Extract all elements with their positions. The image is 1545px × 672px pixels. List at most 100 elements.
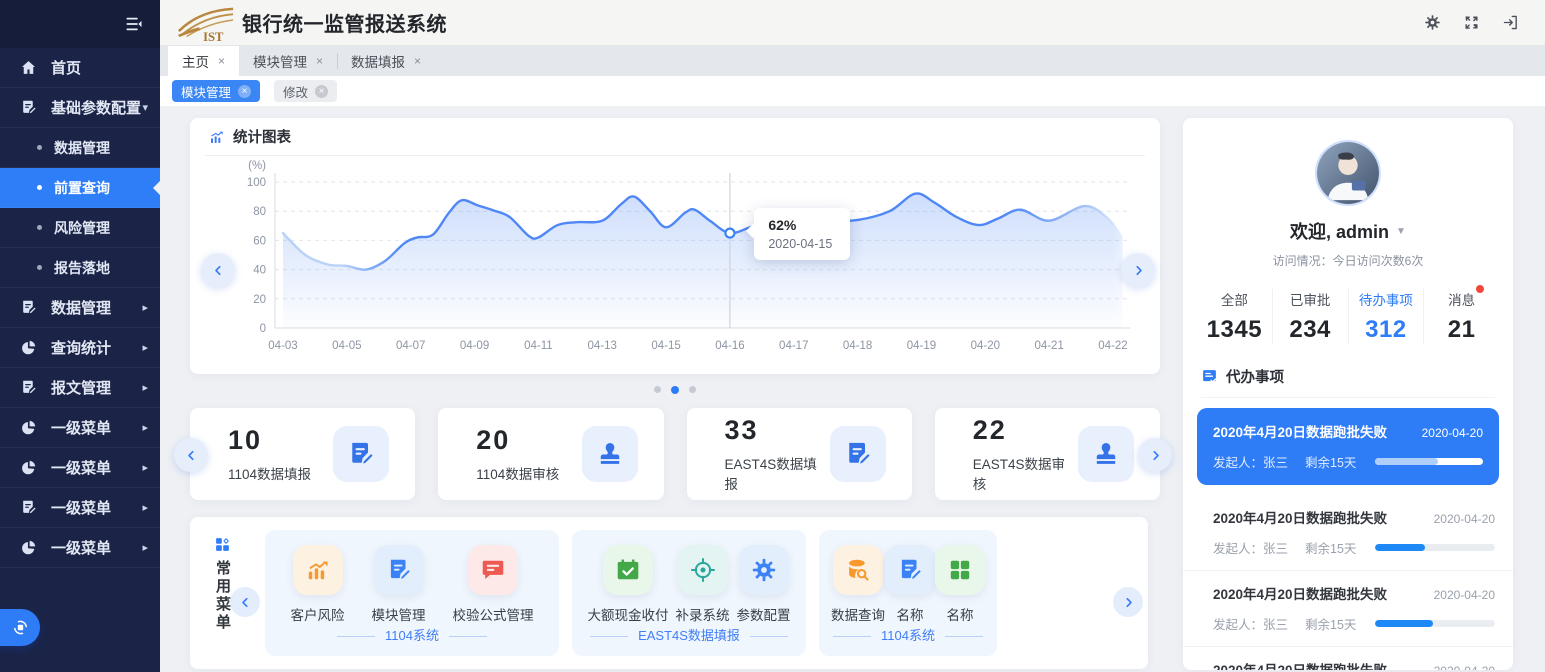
- float-capture-button[interactable]: [0, 609, 40, 646]
- svg-text:100: 100: [247, 177, 266, 189]
- quick-menu-item[interactable]: 名称: [885, 545, 935, 624]
- quick-menu-item[interactable]: 客户风险: [291, 545, 345, 624]
- tab-close-icon[interactable]: ×: [218, 54, 225, 68]
- todo-section-title: 代办事项: [1226, 366, 1284, 387]
- stat-card[interactable]: 33 EAST4S数据填报: [687, 408, 912, 500]
- profile-stat-label: 全部: [1221, 289, 1248, 309]
- quick-menu-group: 数据查询 名称 名称 1104系统: [819, 530, 997, 656]
- logout-icon[interactable]: [1502, 14, 1519, 31]
- welcome-text: 欢迎, admin: [1290, 218, 1389, 244]
- sidebar-collapse-icon[interactable]: [124, 14, 144, 34]
- caret-icon: ▸: [142, 461, 148, 474]
- todo-item[interactable]: 2020年4月20日数据跑批失败 2020-04-20 发起人：张三 剩余15天: [1197, 408, 1499, 485]
- carousel-dot[interactable]: [689, 386, 696, 393]
- sidebar-item[interactable]: 前置查询: [0, 168, 160, 208]
- tab[interactable]: 主页 ×: [168, 46, 239, 76]
- tab-close-icon[interactable]: ×: [316, 54, 323, 68]
- quick-menu-card: 常用菜单 客户风险 模块管理 校验公式管理: [190, 517, 1148, 669]
- todo-item[interactable]: 2020年4月20日数据跑批失败 2020-04-20 发起人：张三 剩余15天: [1183, 570, 1513, 646]
- quick-prev-button[interactable]: [230, 587, 260, 617]
- sidebar-item[interactable]: 基础参数配置 ▾: [0, 88, 160, 128]
- stat-card[interactable]: 10 1104数据填报: [190, 408, 415, 500]
- todo-item[interactable]: 2020年4月20日数据跑批失败 2020-04-20 发起人：张三 剩余4天: [1183, 646, 1513, 670]
- statistics-chart-card: 统计图表 0204: [190, 118, 1160, 374]
- svg-text:04-03: 04-03: [268, 340, 297, 352]
- quick-menu-item[interactable]: 名称: [935, 545, 985, 624]
- carousel-dot[interactable]: [654, 386, 661, 393]
- fullscreen-icon[interactable]: [1463, 14, 1480, 31]
- chart-next-button[interactable]: [1121, 253, 1155, 287]
- chevron-left-icon: [238, 595, 253, 610]
- profile-stat[interactable]: 消息 21: [1424, 289, 1499, 344]
- caret-icon: ▸: [142, 421, 148, 434]
- quick-menu-item-label: 模块管理: [372, 604, 426, 624]
- sidebar-item[interactable]: 报文管理 ▸: [0, 368, 160, 408]
- sidebar-item[interactable]: 数据管理: [0, 128, 160, 168]
- sidebar-item[interactable]: 风险管理: [0, 208, 160, 248]
- quick-menu-group-name: EAST4S数据填报: [572, 625, 806, 644]
- quick-next-button[interactable]: [1113, 587, 1143, 617]
- tab[interactable]: 模块管理 ×: [239, 46, 337, 76]
- quick-menu-item[interactable]: 补录系统: [676, 545, 730, 624]
- sidebar-item[interactable]: 查询统计 ▸: [0, 328, 160, 368]
- chart-prev-button[interactable]: [201, 253, 235, 287]
- sidebar-item-label: 基础参数配置: [51, 97, 141, 118]
- todo-item[interactable]: 2020年4月20日数据跑批失败 2020-04-20 发起人：张三 剩余15天: [1183, 495, 1513, 570]
- chevron-down-icon: ▼: [1396, 226, 1406, 237]
- quick-menu-item-label: 名称: [947, 604, 974, 624]
- profile-stat[interactable]: 待办事项 312: [1349, 289, 1425, 344]
- svg-text:IST: IST: [203, 29, 224, 42]
- chip-close-icon[interactable]: ×: [315, 85, 328, 98]
- chevron-right-icon: [1131, 263, 1146, 278]
- todo-item-date: 2020-04-20: [1422, 426, 1483, 440]
- stat-card[interactable]: 22 EAST4S数据审核: [935, 408, 1160, 500]
- sidebar-item[interactable]: 报告落地: [0, 248, 160, 288]
- settings-gear-icon[interactable]: [1424, 14, 1441, 31]
- quick-menu-item[interactable]: 模块管理: [372, 545, 426, 624]
- svg-text:04-19: 04-19: [907, 340, 936, 352]
- sidebar-item[interactable]: 一级菜单 ▸: [0, 448, 160, 488]
- filter-chip[interactable]: 修改 ×: [274, 80, 337, 102]
- quick-menu-item[interactable]: 数据查询: [831, 545, 885, 624]
- sidebar-item[interactable]: 一级菜单 ▸: [0, 488, 160, 528]
- profile-stat[interactable]: 已审批 234: [1273, 289, 1349, 344]
- stat-label: 1104数据审核: [476, 463, 559, 483]
- svg-text:04-13: 04-13: [588, 340, 617, 352]
- tab-label: 数据填报: [351, 51, 405, 71]
- welcome-row[interactable]: 欢迎, admin ▼: [1183, 218, 1513, 244]
- chart-card-header: 统计图表: [205, 118, 1145, 156]
- quick-menu-item[interactable]: 校验公式管理: [453, 545, 534, 624]
- carousel-dot[interactable]: [671, 386, 679, 394]
- filter-chip[interactable]: 模块管理 ×: [172, 80, 260, 102]
- cards-next-button[interactable]: [1138, 438, 1172, 472]
- quick-menu-item-icon: [678, 545, 728, 595]
- sidebar-item-label: 数据管理: [54, 138, 110, 158]
- line-chart[interactable]: 020406080100(%)04-0304-0504-0704-0904-11…: [205, 160, 1145, 372]
- quick-menu-title: 常用菜单: [212, 560, 233, 632]
- quick-menu-item[interactable]: 大额现金收付: [588, 545, 669, 624]
- caret-icon: ▸: [142, 341, 148, 354]
- tab[interactable]: 数据填报 ×: [337, 46, 435, 76]
- avatar[interactable]: [1315, 140, 1381, 206]
- sidebar-item[interactable]: 一级菜单 ▸: [0, 408, 160, 448]
- sidebar-item[interactable]: 数据管理 ▸: [0, 288, 160, 328]
- cards-prev-button[interactable]: [174, 438, 208, 472]
- todo-item-date: 2020-04-20: [1434, 664, 1495, 670]
- chip-close-icon[interactable]: ×: [238, 85, 251, 98]
- stat-card[interactable]: 20 1104数据审核: [438, 408, 663, 500]
- tab-close-icon[interactable]: ×: [414, 54, 421, 68]
- sidebar-item[interactable]: 首页: [0, 48, 160, 88]
- todo-item-title: 2020年4月20日数据跑批失败: [1213, 659, 1387, 670]
- quick-menu-item[interactable]: 参数配置: [737, 545, 791, 624]
- bullet-dot-icon: [37, 145, 42, 150]
- svg-text:60: 60: [253, 235, 266, 247]
- tab-label: 模块管理: [253, 51, 307, 71]
- quick-menu-item-icon: [935, 545, 985, 595]
- sidebar-item-label: 风险管理: [54, 218, 110, 238]
- profile-stat[interactable]: 全部 1345: [1197, 289, 1273, 344]
- sidebar-item[interactable]: 一级菜单 ▸: [0, 528, 160, 568]
- svg-text:04-15: 04-15: [651, 340, 680, 352]
- todo-item-remaining: 剩余15天: [1305, 614, 1375, 633]
- sidebar-item-icon: [20, 459, 37, 476]
- tooltip-date: 2020-04-15: [768, 237, 832, 251]
